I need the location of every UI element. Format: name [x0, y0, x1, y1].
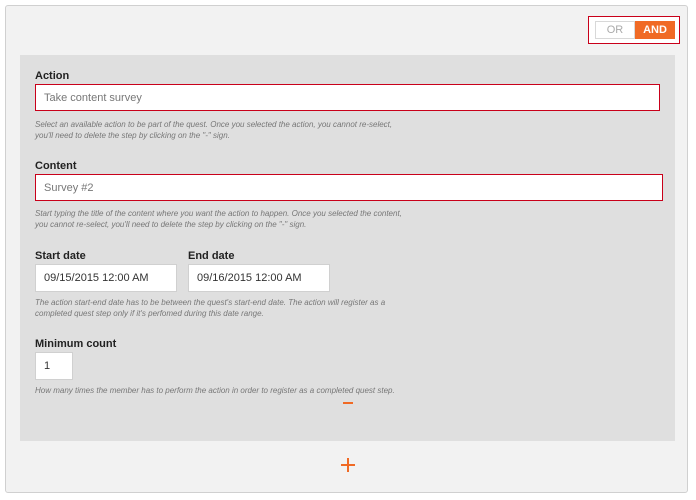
start-date-field[interactable] [35, 264, 177, 292]
action-help-line-2: you'll need to delete the step by clicki… [35, 131, 230, 140]
end-date-label: End date [188, 250, 235, 262]
action-field[interactable] [35, 84, 660, 111]
minus-icon[interactable] [343, 402, 353, 404]
action-help-line-1: Select an available action to be part of… [35, 120, 393, 129]
start-date-label: Start date [35, 250, 86, 262]
or-button[interactable]: OR [595, 21, 635, 39]
minimum-count-field[interactable] [35, 352, 73, 380]
content-field[interactable] [35, 174, 663, 201]
dates-help-line-2: completed quest step only if it's perfom… [35, 309, 264, 318]
content-label: Content [35, 160, 77, 172]
and-button[interactable]: AND [635, 21, 675, 39]
minimum-count-label: Minimum count [35, 338, 117, 350]
end-date-field[interactable] [188, 264, 330, 292]
action-help: Select an available action to be part of… [35, 119, 425, 141]
plus-icon[interactable] [341, 458, 355, 472]
dates-help-line-1: The action start-end date has to be betw… [35, 298, 386, 307]
content-help: Start typing the title of the content wh… [35, 208, 435, 230]
step-panel [20, 55, 675, 441]
action-label: Action [35, 70, 70, 82]
content-help-line-2: you cannot re-select, you'll need to del… [35, 220, 307, 229]
minimum-count-help: How many times the member has to perform… [35, 386, 395, 395]
content-help-line-1: Start typing the title of the content wh… [35, 209, 402, 218]
dates-help: The action start-end date has to be betw… [35, 297, 425, 319]
or-and-toggle: OR AND [588, 16, 680, 44]
